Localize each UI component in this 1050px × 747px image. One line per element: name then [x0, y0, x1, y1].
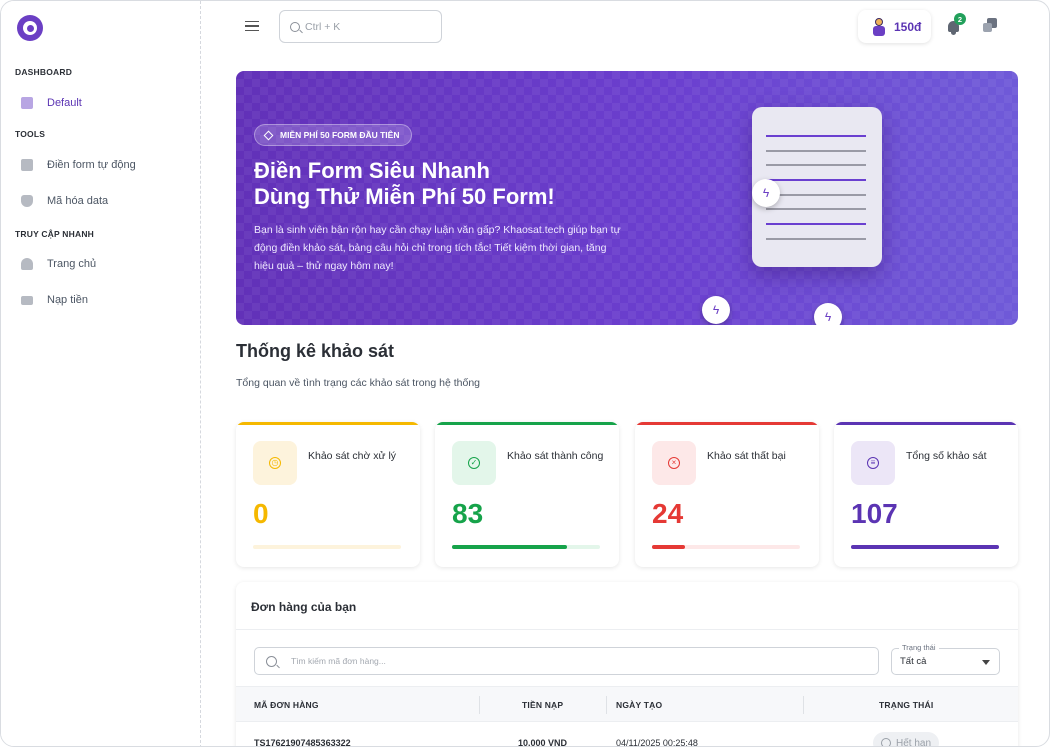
order-id-cell[interactable]: TS17621907485363322 — [254, 738, 351, 746]
avatar — [872, 17, 886, 36]
hamburger-icon — [245, 20, 259, 23]
menu-toggle-button[interactable] — [241, 17, 263, 35]
order-search-input[interactable]: Tìm kiếm mã đơn hàng... — [254, 647, 879, 675]
wallet-icon — [21, 295, 33, 305]
clock-icon: ◷ — [269, 457, 281, 469]
column-header-amount[interactable]: TIỀN NẠP — [522, 687, 563, 723]
banner-description: Bạn là sinh viên bận rộn hay cần chạy lu… — [254, 224, 621, 272]
diamond-icon — [263, 130, 274, 140]
search-placeholder: Ctrl + K — [305, 20, 341, 33]
sidebar: DASHBOARD Default TOOLS Điền form tự độn… — [1, 1, 201, 746]
status-filter-value: Tất cả — [900, 656, 927, 667]
order-amount-cell: 10.000 VND — [518, 738, 568, 747]
lightning-icon: ϟ — [752, 179, 780, 207]
search-icon — [290, 21, 300, 32]
sidebar-item-auto-form[interactable]: Điền form tự động — [15, 151, 187, 179]
stat-card-progress — [253, 545, 401, 549]
status-badge: Hết hạn — [873, 732, 940, 747]
sidebar-item-label: Trang chủ — [47, 258, 97, 270]
app-window: DASHBOARD Default TOOLS Điền form tự độn… — [0, 0, 1050, 747]
stat-card: × Khảo sát thất bại 24 — [635, 422, 819, 567]
stat-card-label: Khảo sát chờ xử lý — [308, 450, 397, 462]
stat-card-progress — [452, 545, 600, 549]
lightning-icon: ϟ — [702, 296, 730, 324]
sidebar-item-label: Nạp tiền — [47, 294, 88, 306]
stat-card-label: Khảo sát thất bại — [707, 450, 786, 462]
stats-subtitle: Tổng quan về tình trạng các khảo sát tro… — [236, 377, 481, 389]
check-circle-icon: ✓ — [468, 457, 480, 469]
survey-doc-icon: ≡ — [867, 457, 879, 469]
stat-card-label: Tổng số khảo sát — [906, 450, 987, 462]
stats-title: Thống kê khảo sát — [236, 341, 395, 361]
promo-pill-label: MIỄN PHÍ 50 FORM ĐẦU TIÊN — [280, 130, 400, 140]
banner-title: Điền Form Siêu Nhanh Dùng Thử Miễn Phí 5… — [254, 158, 614, 210]
chevron-down-icon — [982, 660, 990, 665]
stat-card-value: 0 — [253, 498, 269, 529]
order-search-placeholder: Tìm kiếm mã đơn hàng... — [291, 656, 386, 666]
orders-panel: Đơn hàng của bạn Tìm kiếm mã đơn hàng...… — [236, 582, 1018, 747]
promo-banner: MIỄN PHÍ 50 FORM ĐẦU TIÊN Điền Form Siêu… — [236, 71, 1018, 325]
column-header-status[interactable]: TRẠNG THÁI — [879, 687, 933, 723]
sidebar-section-quick-access: TRUY CẬP NHANH — [15, 229, 94, 239]
order-created-cell: 04/11/2025 00:25:48 — [616, 738, 698, 747]
sidebar-item-top-up[interactable]: Nạp tiền — [15, 286, 187, 314]
settings-icon[interactable] — [983, 18, 998, 33]
status-filter-legend: Trạng thái — [899, 643, 939, 652]
stat-card: ≡ Tổng số khảo sát 107 — [834, 422, 1018, 567]
stat-card-progress — [851, 545, 999, 549]
form-icon — [21, 159, 33, 171]
status-filter-select[interactable]: Trạng thái Tất cả — [891, 643, 1000, 675]
stat-card-value: 83 — [452, 498, 484, 529]
sidebar-section-dashboard: DASHBOARD — [15, 67, 73, 77]
shield-icon — [21, 195, 33, 207]
stat-card-value: 24 — [652, 498, 684, 529]
sidebar-item-label: Mã hóa data — [47, 195, 109, 207]
sidebar-item-encode-data[interactable]: Mã hóa data — [15, 187, 187, 215]
banner-title-line1: Điền Form Siêu Nhanh — [254, 158, 490, 183]
sidebar-item-label: Default — [47, 97, 82, 109]
document-icon — [21, 97, 33, 109]
column-header-order-id[interactable]: MÃ ĐƠN HÀNG — [254, 687, 319, 723]
stat-card: ✓ Khảo sát thành công 83 — [435, 422, 619, 567]
stat-card-value: 107 — [851, 498, 898, 529]
banner-title-line2: Dùng Thử Miễn Phí 50 Form! — [254, 184, 555, 209]
balance-amount: 150đ — [894, 19, 922, 34]
sidebar-item-home[interactable]: Trang chủ — [15, 250, 187, 278]
sidebar-section-tools: TOOLS — [15, 129, 46, 139]
home-icon — [21, 258, 33, 270]
status-badge-label: Hết hạn — [896, 737, 932, 747]
lightning-icon: ϟ — [814, 303, 842, 325]
orders-table-header: MÃ ĐƠN HÀNG TIỀN NẠP NGÀY TẠO TRẠNG THÁI — [236, 686, 1018, 722]
notification-badge: 2 — [954, 13, 966, 25]
orders-title: Đơn hàng của bạn — [251, 600, 357, 614]
global-search-input[interactable]: Ctrl + K — [279, 10, 442, 43]
app-logo[interactable] — [17, 15, 43, 41]
stat-card-label: Khảo sát thành công — [507, 450, 604, 462]
x-circle-icon: × — [668, 457, 680, 469]
sidebar-item-label: Điền form tự động — [47, 159, 136, 171]
promo-pill: MIỄN PHÍ 50 FORM ĐẦU TIÊN — [254, 124, 413, 146]
stat-card-progress — [652, 545, 800, 549]
sidebar-item-default[interactable]: Default — [15, 89, 187, 117]
search-icon — [266, 655, 277, 667]
stat-card: ◷ Khảo sát chờ xử lý 0 — [236, 422, 420, 567]
clock-icon — [881, 738, 891, 746]
balance-button[interactable]: 150đ — [858, 10, 931, 43]
column-header-created[interactable]: NGÀY TẠO — [616, 687, 662, 723]
